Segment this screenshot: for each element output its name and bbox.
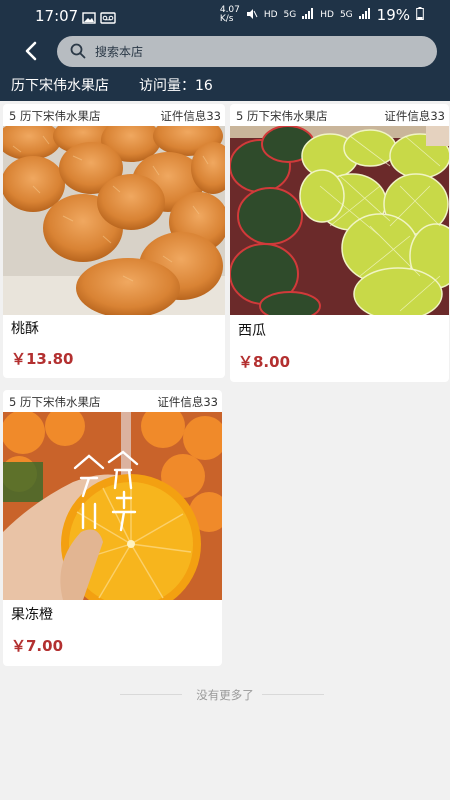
product-image[interactable] xyxy=(230,125,449,321)
no-more-text: 没有更多了 xyxy=(196,688,254,702)
product-card[interactable]: 5 历下宋伟水果店 证件信息33 xyxy=(3,104,225,378)
status-bar: 17:07 4.07 K/s HD 5G HD 5G 19% xyxy=(0,0,450,34)
product-name: 西瓜 xyxy=(238,323,266,339)
list-end-footer: 没有更多了 xyxy=(0,683,450,707)
product-name: 桃酥 xyxy=(11,321,39,337)
product-price: ￥8.00 xyxy=(238,353,291,371)
cert-info-link[interactable]: 证件信息33 xyxy=(384,108,445,124)
card-shop-label: 5 历下宋伟水果店 xyxy=(236,109,328,123)
card-header: 5 历下宋伟水果店 证件信息33 xyxy=(3,104,225,126)
status-time: 17:07 xyxy=(35,7,79,25)
shop-info-bar: 历下宋伟水果店 访问量：16 xyxy=(0,70,450,101)
cert-info-link[interactable]: 证件信息33 xyxy=(157,394,218,410)
net-label-4: 5G xyxy=(339,10,353,20)
chevron-left-icon xyxy=(25,41,37,61)
net-speed: 4.07 K/s xyxy=(219,5,240,24)
product-image[interactable] xyxy=(3,116,225,318)
product-price: ￥13.80 xyxy=(11,350,74,368)
card-shop-label: 5 历下宋伟水果店 xyxy=(9,395,101,409)
product-image[interactable] xyxy=(3,404,222,614)
signal-icon-2 xyxy=(358,8,371,22)
battery-icon xyxy=(416,7,424,23)
mute-icon xyxy=(246,8,258,23)
battery-level: 19% xyxy=(376,6,410,24)
product-card[interactable]: 5 历下宋伟水果店 证件信息33 xyxy=(230,104,449,382)
search-placeholder: 搜索本店 xyxy=(95,45,144,59)
cert-info-link[interactable]: 证件信息33 xyxy=(160,108,221,124)
shop-name: 历下宋伟水果店 xyxy=(11,78,109,94)
card-header: 5 历下宋伟水果店 证件信息33 xyxy=(3,390,222,412)
status-right: 4.07 K/s HD 5G HD 5G 19% xyxy=(220,6,424,24)
search-icon xyxy=(70,43,86,63)
gallery-icon xyxy=(82,9,96,28)
net-label-2: 5G xyxy=(283,10,297,20)
signal-icon-1 xyxy=(302,8,314,22)
net-label-3: HD xyxy=(320,10,334,20)
back-button[interactable] xyxy=(18,37,46,65)
product-name: 果冻橙 xyxy=(11,607,53,623)
divider-right xyxy=(262,694,324,695)
net-label-1: HD xyxy=(263,10,278,20)
card-shop-label: 5 历下宋伟水果店 xyxy=(9,109,101,123)
product-card[interactable]: 5 历下宋伟水果店 证件信息33 xyxy=(3,390,222,666)
product-price: ￥7.00 xyxy=(11,637,64,655)
nav-bar: 搜索本店 xyxy=(0,34,450,70)
visit-count: 访问量：16 xyxy=(139,78,213,94)
search-bar[interactable]: 搜索本店 xyxy=(57,36,437,67)
voicemail-icon xyxy=(100,9,116,28)
card-header: 5 历下宋伟水果店 证件信息33 xyxy=(230,104,449,126)
app-header: 17:07 4.07 K/s HD 5G HD 5G 19% 搜索本店 历下宋伟… xyxy=(0,0,450,101)
